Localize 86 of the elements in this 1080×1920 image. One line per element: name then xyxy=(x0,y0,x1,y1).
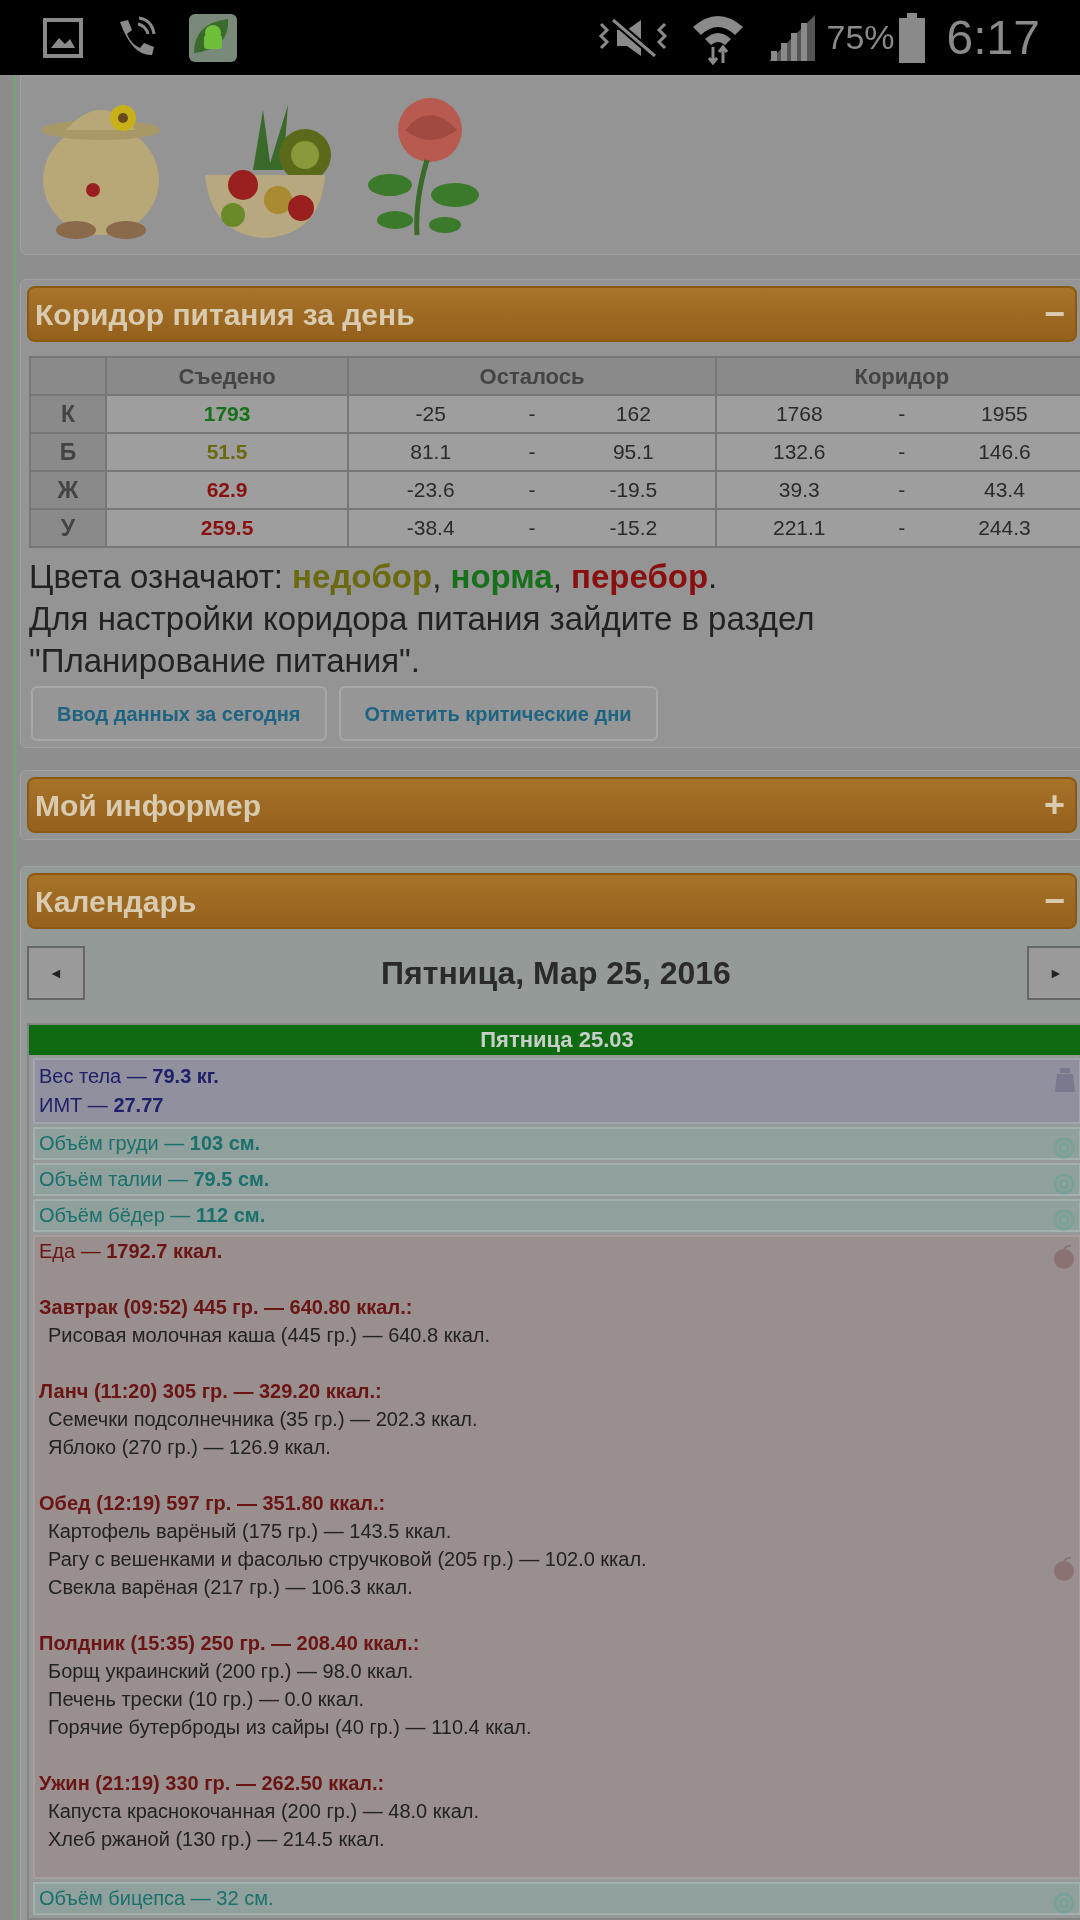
table-cell-text: 1768 xyxy=(774,401,824,428)
date-title: Пятница, Мар 25, 2016 xyxy=(381,954,731,993)
table-cell-text: 244.3 xyxy=(977,515,1032,542)
table-cell-text: - xyxy=(527,515,537,542)
food-item: Рисовая молочная каша (445 гр.) — 640.8 ккал. xyxy=(48,1323,491,1348)
meal-title: Ужин (21:19) 330 гр. — 262.50 ккал.: xyxy=(39,1771,385,1796)
info-text: Для настройки коридора питания зайдите в раздел "Планирование питания". xyxy=(29,599,816,681)
entry-text: Объём бёдер — 112 см. xyxy=(39,1203,266,1228)
entry-text: Объём груди — 103 см. xyxy=(39,1131,261,1156)
row-header: К xyxy=(30,395,106,433)
action-button[interactable]: Отметить критические дни xyxy=(338,686,658,741)
food-item: Яблоко (270 гр.) — 126.9 ккал. xyxy=(48,1435,331,1460)
spiral-icon xyxy=(1053,1892,1075,1914)
entry-text: Объём талии — 79.5 см. xyxy=(39,1167,270,1192)
table-cell-text: 162 xyxy=(614,401,652,428)
previous-button[interactable]: ◄ xyxy=(27,946,85,1000)
column-header: Осталось xyxy=(348,357,716,395)
meal-title: Завтрак (09:52) 445 гр. — 640.80 ккал.: xyxy=(39,1295,413,1320)
gallery-icon xyxy=(42,16,84,59)
apple-icon xyxy=(1053,1245,1075,1269)
row-header: Ж xyxy=(30,471,106,509)
table-cell-text: - xyxy=(527,401,537,428)
toggle-sign[interactable]: − xyxy=(1043,874,1069,928)
clock: 6:17 xyxy=(946,9,1040,66)
food-item: Печень трески (10 гр.) — 0.0 ккал. xyxy=(48,1687,365,1712)
table-cell: 62.9 xyxy=(105,471,349,509)
table-cell: 51.5 xyxy=(105,433,349,471)
table-cell-text: 221.1 xyxy=(771,515,827,542)
food-item: Свекла варёная (217 гр.) — 106.3 ккал. xyxy=(48,1575,413,1600)
next-button[interactable]: ► xyxy=(1027,946,1080,1000)
section-header[interactable]: Коридор питания за день − xyxy=(27,286,1077,342)
table-cell-text: - xyxy=(527,477,537,504)
spiral-icon xyxy=(1053,1173,1075,1195)
food-item: Рагу с вешенками и фасолью стручковой (205 гр.) — 102.0 ккал. xyxy=(48,1547,647,1572)
section-title: Коридор питания за день xyxy=(35,296,415,333)
table-cell-text: -23.6 xyxy=(405,477,456,504)
food-item: Капуста краснокочанная (200 гр.) — 48.0 ккал. xyxy=(48,1799,480,1824)
spiral-icon xyxy=(1053,1137,1075,1159)
table-cell-text: 146.6 xyxy=(977,439,1032,466)
table-cell-text: - xyxy=(897,515,907,542)
meal-title: Ланч (11:20) 305 гр. — 329.20 ккал.: xyxy=(39,1379,382,1404)
legend-text: Цвета означают: недобор, норма, перебор. xyxy=(29,557,719,597)
entry-text: ИМТ — 27.77 xyxy=(39,1093,164,1118)
column-header: Съедено xyxy=(105,357,349,395)
entry-text: Вес тела — 79.3 кг. xyxy=(39,1064,219,1089)
table-cell-text: 95.1 xyxy=(611,439,655,466)
table-cell-text: - xyxy=(527,439,537,466)
table-cell: 1793 xyxy=(105,395,349,433)
action-button[interactable]: Ввод данных за сегодня xyxy=(31,686,327,741)
meal-title: Полдник (15:35) 250 гр. — 208.40 ккал.: xyxy=(39,1631,420,1656)
food-item: Хлеб ржаной (130 гр.) — 214.5 ккал. xyxy=(48,1827,385,1852)
table-cell-text: 81.1 xyxy=(409,439,453,466)
table-cell: 259.5 xyxy=(105,509,349,547)
spiral-icon xyxy=(1053,1209,1075,1231)
food-item: Борщ украинский (200 гр.) — 98.0 ккал. xyxy=(48,1659,414,1684)
table-cell-text: 43.4 xyxy=(982,477,1026,504)
table-cell-text: -19.5 xyxy=(608,477,659,504)
table-cell-text: -38.4 xyxy=(405,515,456,542)
table-cell-text: - xyxy=(897,439,907,466)
section-title: Календарь xyxy=(35,883,197,920)
row-header: Б xyxy=(30,433,106,471)
column-header: Коридор xyxy=(715,357,1080,395)
apple-icon xyxy=(1053,1557,1075,1581)
section-title: Мой информер xyxy=(35,787,261,824)
table-cell-text: 39.3 xyxy=(777,477,821,504)
table-cell-text: 132.6 xyxy=(771,439,827,466)
battery-icon xyxy=(898,12,925,63)
food-item: Семечки подсолнечника (35 гр.) — 202.3 ккал. xyxy=(48,1407,478,1432)
entry-text: Еда — 1792.7 ккал. xyxy=(39,1239,223,1264)
table-cell-text: 1955 xyxy=(980,401,1029,428)
food-item: Горячие бутерброды из сайры (40 гр.) — 110.4 ккал. xyxy=(48,1715,532,1740)
toggle-sign[interactable]: + xyxy=(1043,778,1069,832)
meal-title: Обед (12:19) 597 гр. — 351.80 ккал.: xyxy=(39,1491,386,1516)
table-cell-text: -25 xyxy=(414,401,447,428)
table-cell-text: -15.2 xyxy=(608,515,659,542)
row-header: У xyxy=(30,509,106,547)
battery-percent: 75% xyxy=(826,17,895,58)
toggle-sign[interactable]: − xyxy=(1043,287,1069,341)
table-cell-text: - xyxy=(897,477,907,504)
section-header[interactable]: Мой информер + xyxy=(27,777,1077,833)
app-icon xyxy=(188,12,238,63)
entry-text: Объём бицепса — 32 см. xyxy=(39,1886,274,1911)
table-cell-text: - xyxy=(897,401,907,428)
day-header: Пятница 25.03 xyxy=(29,1025,1080,1055)
section-header[interactable]: Календарь − xyxy=(27,873,1077,929)
food-item: Картофель варёный (175 гр.) — 143.5 ккал. xyxy=(48,1519,452,1544)
